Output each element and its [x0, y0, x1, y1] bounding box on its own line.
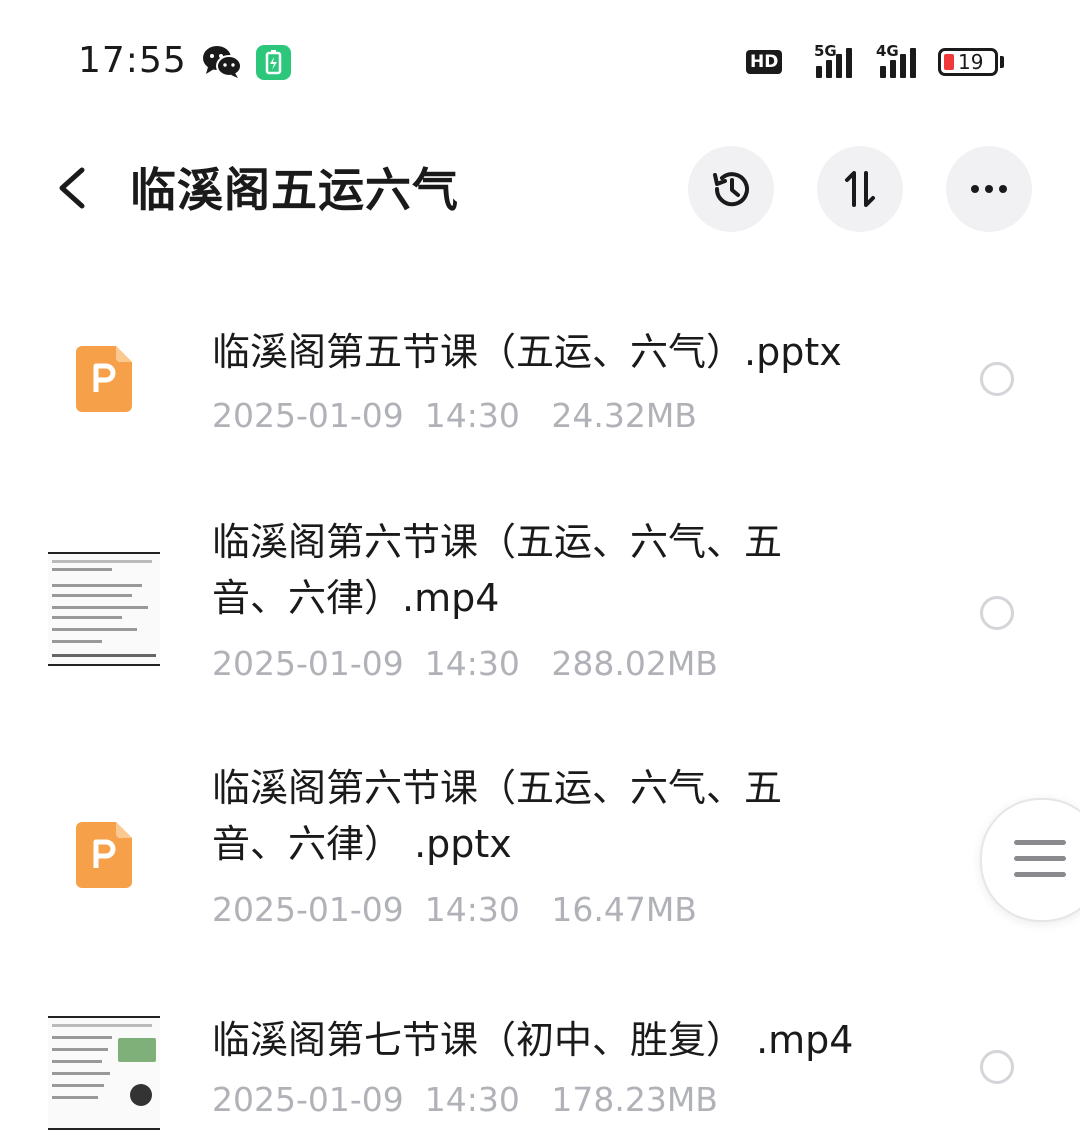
status-bar: 17:55 HD 5G 4G 19	[0, 0, 1080, 120]
header: 临溪阁五运六气	[0, 140, 1080, 240]
battery-level: 19	[958, 50, 984, 74]
file-size: 16.47MB	[551, 890, 697, 929]
file-date: 2025-01-09 14:30	[212, 1080, 520, 1119]
file-meta: 2025-01-09 14:30 178.23MB	[212, 1080, 718, 1120]
status-time: 17:55	[78, 40, 187, 81]
more-icon	[971, 185, 1007, 193]
file-size: 288.02MB	[551, 644, 718, 683]
video-thumbnail	[48, 1016, 160, 1130]
pptx-file-icon	[76, 346, 132, 412]
file-meta: 2025-01-09 14:30 288.02MB	[212, 644, 718, 684]
file-meta: 2025-01-09 14:30 24.32MB	[212, 396, 697, 436]
page-title: 临溪阁五运六气	[130, 163, 459, 217]
signal-sim2-icon: 4G	[876, 42, 924, 78]
pptx-file-icon	[76, 822, 132, 888]
file-name: 临溪阁第六节课（五运、六气、五音、六律）.mp4	[212, 520, 783, 620]
list-item[interactable]: 临溪阁第七节课（初中、胜复） .mp4 2025-01-09 14:30 178…	[0, 1012, 1080, 1148]
file-date: 2025-01-09 14:30	[212, 396, 520, 435]
select-radio[interactable]	[980, 1050, 1014, 1084]
hd-badge: HD	[746, 50, 783, 74]
select-radio[interactable]	[980, 362, 1014, 396]
select-radio[interactable]	[980, 596, 1014, 630]
sort-button[interactable]	[817, 146, 903, 232]
file-date: 2025-01-09 14:30	[212, 890, 520, 929]
wechat-icon	[203, 46, 242, 78]
file-meta: 2025-01-09 14:30 16.47MB	[212, 890, 697, 930]
sort-icon	[845, 171, 875, 207]
battery-saver-icon	[256, 45, 291, 80]
file-size: 24.32MB	[551, 396, 697, 435]
history-button[interactable]	[688, 146, 774, 232]
file-date: 2025-01-09 14:30	[212, 644, 520, 683]
battery-icon: 19	[938, 48, 998, 76]
history-icon	[713, 172, 749, 207]
list-item[interactable]: 临溪阁第六节课（五运、六气、五音、六律）.mp4 2025-01-09 14:3…	[0, 520, 1080, 702]
signal-sim1-icon: 5G	[814, 42, 860, 78]
back-icon[interactable]	[48, 160, 96, 216]
list-item[interactable]: 临溪阁第六节课（五运、六气、五音、六律） .pptx 2025-01-09 14…	[0, 766, 1080, 948]
video-thumbnail	[48, 552, 160, 666]
file-name: 临溪阁第六节课（五运、六气、五音、六律） .pptx	[212, 766, 783, 866]
more-button[interactable]	[946, 146, 1032, 232]
list-item[interactable]: 临溪阁第五节课（五运、六气）.pptx 2025-01-09 14:30 24.…	[0, 314, 1080, 464]
file-name: 临溪阁第五节课（五运、六气）.pptx	[212, 330, 842, 374]
file-size: 178.23MB	[551, 1080, 718, 1119]
file-name: 临溪阁第七节课（初中、胜复） .mp4	[212, 1018, 854, 1062]
